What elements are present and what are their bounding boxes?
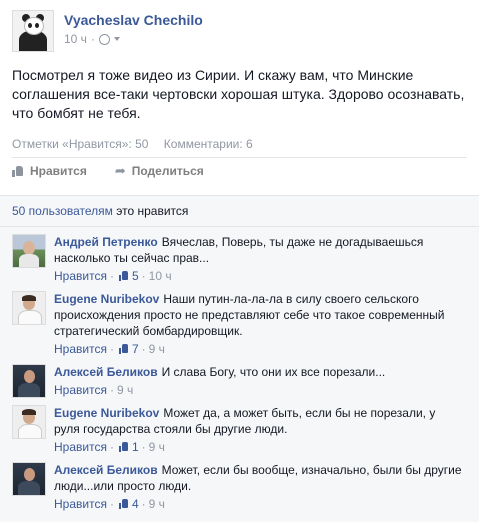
like-label: Нравится — [30, 164, 87, 178]
share-button[interactable]: ➦ Поделиться — [115, 164, 204, 178]
likes-count[interactable]: Отметки «Нравится»: 50 — [12, 137, 148, 151]
avatar[interactable] — [12, 234, 46, 268]
comment-like-link[interactable]: Нравится — [54, 341, 107, 357]
likers-link[interactable]: 50 пользователям — [12, 204, 113, 218]
comment-actions: Нравится · 1 · 9 ч — [54, 439, 165, 455]
caret-down-icon[interactable] — [113, 37, 120, 41]
comment-time[interactable]: 9 ч — [149, 439, 165, 455]
comment-like-count[interactable]: 4 — [132, 496, 139, 512]
post-author[interactable]: Vyacheslav Chechilo — [64, 12, 203, 28]
comment-time[interactable]: 10 ч — [149, 268, 172, 284]
share-label: Поделиться — [131, 164, 204, 178]
comment-author[interactable]: Eugene Nuribekov — [54, 292, 159, 306]
comment-like-link[interactable]: Нравится — [54, 268, 107, 284]
post-time-row: 10 ч · — [64, 32, 203, 46]
comment-author[interactable]: Алексей Беликов — [54, 463, 158, 477]
comment-actions: Нравится · 9 ч — [54, 382, 134, 398]
comment-like-link[interactable]: Нравится — [54, 382, 107, 398]
comments-count[interactable]: Комментарии: 6 — [164, 137, 253, 151]
avatar[interactable] — [12, 462, 46, 496]
comment-actions: Нравится · 7 · 9 ч — [54, 341, 165, 357]
avatar[interactable] — [12, 405, 46, 439]
like-button[interactable]: Нравится — [12, 164, 87, 178]
likers-suffix: это нравится — [116, 204, 189, 218]
globe-icon — [98, 33, 110, 45]
comment-author[interactable]: Eugene Nuribekov — [54, 406, 159, 420]
post-meta: Vyacheslav Chechilo 10 ч · — [64, 10, 203, 46]
thumbs-up-icon — [118, 442, 129, 452]
comment-text: И слава Богу, что они их все порезали... — [161, 365, 386, 379]
avatar[interactable] — [12, 364, 46, 398]
comment-time[interactable]: 9 ч — [149, 341, 165, 357]
comment-actions: Нравится · 4 · 9 ч — [54, 496, 165, 512]
comment-author[interactable]: Алексей Беликов — [54, 365, 158, 379]
avatar[interactable] — [12, 291, 46, 325]
comment-like-link[interactable]: Нравится — [54, 496, 107, 512]
thumbs-up-icon — [12, 165, 24, 177]
author-avatar[interactable] — [12, 10, 54, 52]
comment-actions: Нравится · 5 · 10 ч — [54, 268, 172, 284]
comment: Андрей Петренко Вячеслав, Поверь, ты даже… — [0, 227, 479, 284]
comment-list: Андрей Петренко Вячеслав, Поверь, ты даже… — [0, 226, 479, 522]
post-time[interactable]: 10 ч — [64, 32, 87, 46]
comment: Алексей Беликов Может, если бы вообще, из… — [0, 455, 479, 512]
post-header: Vyacheslav Chechilo 10 ч · — [12, 10, 467, 52]
likes-summary: 50 пользователям это нравится — [0, 195, 479, 226]
comment-author[interactable]: Андрей Петренко — [54, 235, 158, 249]
comment: Алексей Беликов И слава Богу, что они их … — [0, 357, 479, 398]
comment: Eugene Nuribekov Наши путин-ла-ла-ла в си… — [0, 284, 479, 357]
post-stats: Отметки «Нравится»: 50 Комментарии: 6 — [12, 137, 467, 151]
comment: Eugene Nuribekov Может да, а может быть, … — [0, 398, 479, 455]
comment-time[interactable]: 9 ч — [117, 382, 133, 398]
comment-like-count[interactable]: 7 — [132, 341, 139, 357]
thumbs-up-icon — [118, 344, 129, 354]
comment-like-count[interactable]: 1 — [132, 439, 139, 455]
comment-like-link[interactable]: Нравится — [54, 439, 107, 455]
share-arrow-icon: ➦ — [114, 163, 126, 178]
comment-time[interactable]: 9 ч — [149, 496, 165, 512]
post-actions: Нравится ➦ Поделиться — [12, 157, 467, 178]
thumbs-up-icon — [118, 271, 129, 281]
post: Vyacheslav Chechilo 10 ч · Посмотрел я т… — [0, 0, 479, 195]
post-text: Посмотрел я тоже видео из Сирии. И скажу… — [12, 67, 465, 121]
comment-like-count[interactable]: 5 — [132, 268, 139, 284]
